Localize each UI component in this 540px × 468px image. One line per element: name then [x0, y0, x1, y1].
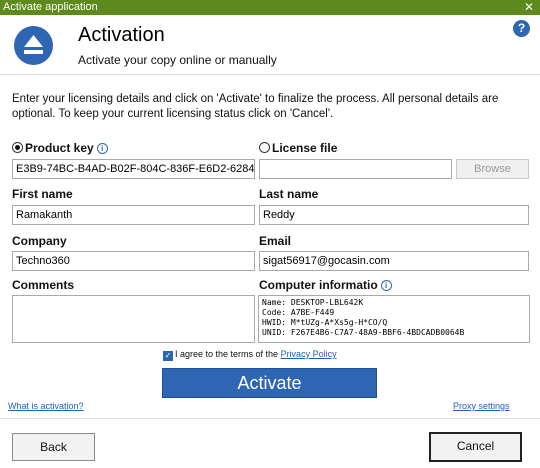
what-is-activation-link[interactable]: What is activation? [8, 401, 84, 411]
help-icon[interactable]: ? [513, 20, 530, 37]
company-label: Company [12, 234, 67, 248]
browse-button[interactable]: Browse [456, 159, 529, 179]
activate-button[interactable]: Activate [162, 368, 377, 398]
comments-textarea[interactable] [12, 295, 255, 343]
computer-info-label: Computer informatio [259, 278, 378, 292]
company-input[interactable]: Techno360 [12, 251, 255, 271]
computer-info-heading: Computer informatio i [259, 278, 392, 292]
computer-info-line: Code: A7BE-F449 [262, 308, 335, 317]
last-name-label: Last name [259, 187, 319, 201]
license-file-option[interactable]: License file [259, 141, 337, 155]
computer-info-line: Name: DESKTOP-LBL642K [262, 298, 364, 307]
info-icon[interactable]: i [380, 280, 392, 291]
comments-label: Comments [12, 278, 75, 292]
first-name-label: First name [12, 187, 73, 201]
agree-row: ✓ I agree to the terms of the Privacy Pol… [163, 349, 337, 361]
license-file-radio[interactable] [259, 142, 270, 153]
product-key-input[interactable]: E3B9-74BC-B4AD-B02F-804C-836F-E6D2-6284 [12, 159, 255, 179]
window-title: Activate application [3, 1, 98, 13]
computer-info-line: UNID: F267E4B6-C7A7-48A9-BBF6-4BDCADB006… [262, 328, 465, 337]
intro-text: Enter your licensing details and click o… [12, 93, 499, 120]
email-label: Email [259, 234, 292, 248]
license-file-label: License file [272, 141, 338, 155]
proxy-settings-link[interactable]: Proxy settings [453, 401, 510, 411]
first-name-input[interactable]: Ramakanth [12, 205, 255, 225]
eject-logo-icon [14, 26, 53, 65]
close-icon[interactable]: ✕ [524, 0, 534, 15]
computer-info-line: HWID: M*tUZg-A*Xs5g-H*CO/Q [262, 318, 388, 327]
page-title: Activation [78, 24, 165, 46]
info-icon[interactable]: i [96, 143, 108, 154]
agree-checkbox[interactable]: ✓ [163, 351, 173, 361]
computer-info-box[interactable]: Name: DESKTOP-LBL642K Code: A7BE-F449 HWID… [258, 295, 530, 343]
product-key-radio[interactable] [12, 142, 23, 153]
product-key-option[interactable]: Product key i [12, 141, 108, 155]
back-button[interactable]: Back [12, 433, 95, 461]
last-name-input[interactable]: Reddy [259, 205, 529, 225]
product-key-label: Product key [25, 141, 94, 155]
page-subtitle: Activate your copy online or manually [78, 53, 277, 67]
license-file-input[interactable] [259, 159, 452, 179]
header: Activation Activate your copy online or … [0, 15, 540, 75]
window-titlebar: Activate application ✕ [0, 0, 540, 15]
email-input[interactable]: sigat56917@gocasin.com [259, 251, 529, 271]
privacy-policy-link[interactable]: Privacy Policy [281, 349, 337, 359]
agree-text: I agree to the terms of the [175, 349, 281, 359]
footer-divider [0, 418, 540, 419]
cancel-button[interactable]: Cancel [429, 432, 522, 462]
